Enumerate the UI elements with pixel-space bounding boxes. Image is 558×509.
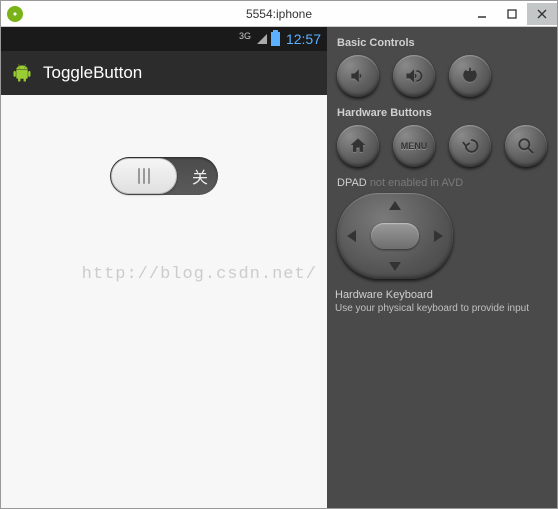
volume-down-button[interactable]: [337, 55, 379, 97]
app-icon: [7, 6, 23, 22]
window-content: 3G 12:57 ToggleButton 关: [1, 27, 557, 508]
app-title: ToggleButton: [43, 63, 142, 83]
dpad-center[interactable]: [371, 223, 419, 249]
app-actionbar: ToggleButton: [1, 51, 327, 95]
window-title: 5554:iphone: [246, 7, 312, 21]
emulator-side-panel: Basic Controls Hardware Buttons MENU: [327, 27, 557, 508]
volume-up-button[interactable]: [393, 55, 435, 97]
maximize-button[interactable]: [497, 3, 527, 25]
network-indicator: 3G: [239, 31, 251, 41]
minimize-button[interactable]: [467, 3, 497, 25]
volume-up-icon: [404, 66, 424, 86]
window-titlebar: 5554:iphone: [1, 1, 557, 27]
app-content: 关 http://blog.csdn.net/: [1, 95, 327, 508]
menu-label: MENU: [401, 141, 428, 151]
android-statusbar: 3G 12:57: [1, 27, 327, 51]
close-button[interactable]: [527, 3, 557, 25]
maximize-icon: [507, 9, 517, 19]
dpad-control: [337, 193, 453, 279]
android-icon: [11, 62, 33, 84]
basic-controls-heading: Basic Controls: [337, 37, 549, 49]
signal-icon: [257, 34, 267, 44]
hw-keyboard-sub: Use your physical keyboard to provide in…: [335, 303, 549, 314]
dpad-heading: DPAD not enabled in AVD: [337, 177, 549, 189]
search-button[interactable]: [505, 125, 547, 167]
device-screen[interactable]: 3G 12:57 ToggleButton 关: [1, 27, 327, 508]
clock-time: 12:57: [286, 31, 321, 47]
dpad-right[interactable]: [434, 230, 443, 242]
dpad-down[interactable]: [389, 262, 401, 271]
dpad-up[interactable]: [389, 201, 401, 210]
hardware-buttons-heading: Hardware Buttons: [337, 107, 549, 119]
close-icon: [537, 9, 547, 19]
home-button[interactable]: [337, 125, 379, 167]
watermark-text: http://blog.csdn.net/: [82, 265, 317, 284]
minimize-icon: [477, 9, 487, 19]
search-icon: [516, 136, 536, 156]
toggle-button[interactable]: 关: [110, 157, 218, 195]
toggle-state-label: 关: [192, 164, 208, 188]
power-button[interactable]: [449, 55, 491, 97]
back-button[interactable]: [449, 125, 491, 167]
power-icon: [460, 66, 480, 86]
emulator-window: 5554:iphone 3G 12:57: [0, 0, 558, 509]
volume-down-icon: [348, 66, 368, 86]
back-icon: [460, 136, 480, 156]
battery-icon: [271, 32, 280, 46]
hw-keyboard-heading: Hardware Keyboard: [335, 289, 549, 301]
home-icon: [348, 136, 368, 156]
window-controls: [467, 3, 557, 25]
menu-button[interactable]: MENU: [393, 125, 435, 167]
toggle-knob: [111, 158, 177, 194]
dpad-left[interactable]: [347, 230, 356, 242]
